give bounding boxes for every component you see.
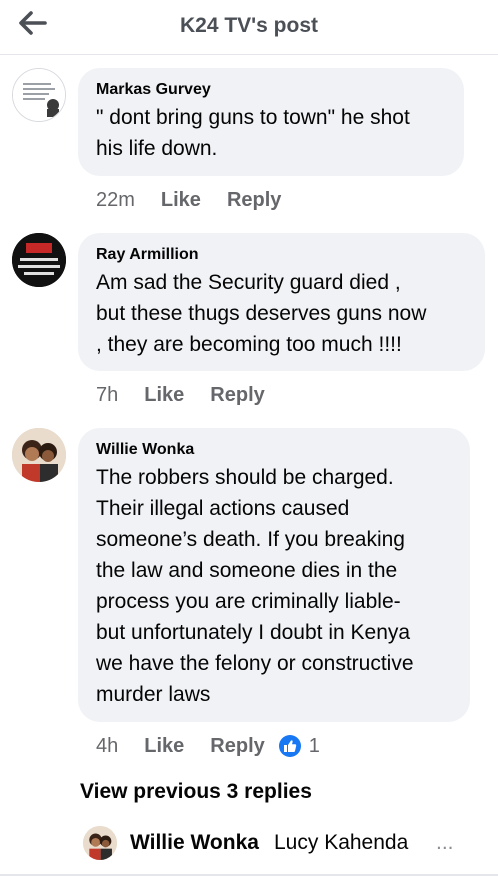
comment-line: but these thugs deserves guns now: [96, 302, 427, 325]
comment-bubble[interactable]: Ray Armillion Am sad the Security guard …: [78, 233, 485, 371]
avatar[interactable]: [12, 428, 66, 482]
view-previous-replies-link[interactable]: View previous 3 replies: [80, 780, 312, 804]
avatar[interactable]: [12, 68, 66, 122]
comment-line: " dont bring guns to town" he shot: [96, 106, 410, 129]
reaction-count: 1: [308, 734, 320, 757]
top-bar: K24 TV's post: [0, 0, 498, 55]
comment-line: but unfortunately I doubt in Kenya: [96, 621, 411, 644]
reply-preview-row[interactable]: Willie Wonka Lucy Kahenda ...: [0, 823, 498, 863]
comment-line: we have the felony or constructive: [96, 652, 414, 675]
avatar-image: [83, 826, 117, 860]
reply-button[interactable]: Reply: [227, 189, 281, 212]
comment-bubble[interactable]: Markas Gurvey " dont bring guns to town"…: [78, 68, 464, 176]
comment-line: , they are becoming too much !!!!: [96, 333, 402, 356]
comment-line: his life down.: [96, 137, 218, 160]
reply-button[interactable]: Reply: [210, 735, 264, 758]
comment-time[interactable]: 22m: [96, 189, 135, 212]
avatar[interactable]: [12, 233, 66, 287]
comment-text: " dont bring guns to town" he shot his l…: [96, 102, 446, 164]
like-button[interactable]: Like: [144, 384, 184, 407]
reply-author[interactable]: Willie Wonka: [130, 831, 259, 855]
comment-line: Their illegal actions caused: [96, 497, 350, 520]
like-button[interactable]: Like: [144, 735, 184, 758]
page-title: K24 TV's post: [179, 14, 319, 37]
comment-actions: 4h Like Reply 1: [96, 732, 320, 760]
like-button[interactable]: Like: [161, 189, 201, 212]
reply-button[interactable]: Reply: [210, 384, 264, 407]
comment-line: someone’s death. If you breaking: [96, 528, 405, 551]
comment-time[interactable]: 7h: [96, 384, 118, 407]
comment-line: process you are criminally liable-: [96, 590, 401, 613]
avatar[interactable]: [83, 826, 117, 860]
avatar-image: [13, 69, 65, 121]
comment-line: murder laws: [96, 683, 211, 706]
comment-line: Am sad the Security guard died ,: [96, 271, 401, 294]
comment-line: the law and someone dies in the: [96, 559, 398, 582]
avatar-image: [12, 428, 66, 482]
thumbs-up-icon: [278, 735, 301, 757]
comment-line: The robbers should be charged.: [96, 466, 394, 489]
avatar-image: [12, 233, 66, 287]
reaction-summary[interactable]: 1: [278, 734, 320, 758]
reply-preview-text: Lucy Kahenda: [274, 831, 409, 854]
comment-text: Am sad the Security guard died , but the…: [96, 267, 467, 360]
reply-ellipsis: ...: [436, 831, 454, 854]
comment-actions: 22m Like Reply: [96, 186, 307, 214]
comment-time[interactable]: 4h: [96, 735, 118, 758]
comment-text: The robbers should be charged. Their ill…: [96, 462, 452, 710]
comment-author[interactable]: Markas Gurvey: [96, 80, 446, 100]
comment-author[interactable]: Ray Armillion: [96, 245, 467, 265]
comment-actions: 7h Like Reply: [96, 381, 291, 409]
comment-author[interactable]: Willie Wonka: [96, 440, 452, 460]
comment-bubble[interactable]: Willie Wonka The robbers should be charg…: [78, 428, 470, 722]
